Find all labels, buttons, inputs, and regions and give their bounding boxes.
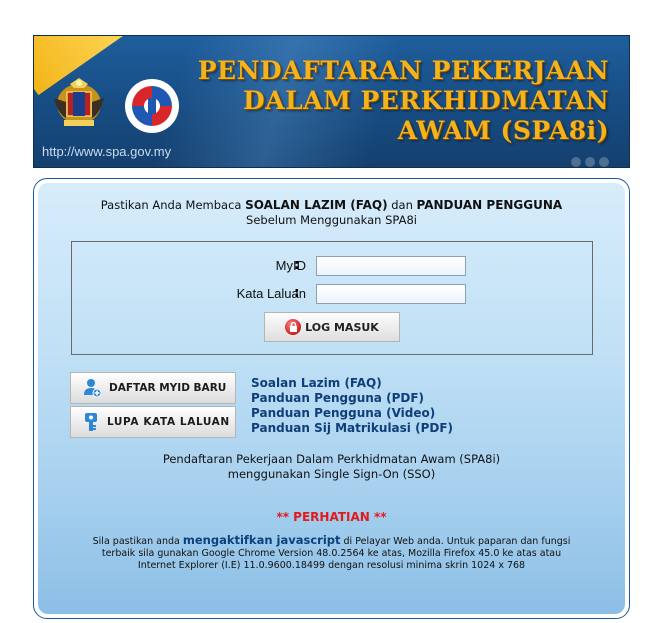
sso-info: Pendaftaran Pekerjaan Dalam Perkhidmatan… xyxy=(38,452,625,482)
notice-guide: PANDUAN PENGGUNA xyxy=(416,198,563,212)
login-panel-inner: Pastikan Anda Membaca SOALAN LAZIM (FAQ)… xyxy=(38,183,625,614)
enable-js-text: mengaktifkan javascript xyxy=(182,533,341,547)
key-icon xyxy=(85,413,97,431)
banner-url: http://www.spa.gov.my xyxy=(42,144,172,159)
sso-line1: Pendaftaran Pekerjaan Dalam Perkhidmatan… xyxy=(162,452,501,466)
add-user-icon xyxy=(84,379,101,398)
myid-input[interactable] xyxy=(316,256,466,276)
link-guide-pdf[interactable]: Panduan Pengguna (PDF) xyxy=(251,391,453,406)
login-button[interactable]: LOG MASUK xyxy=(264,312,400,342)
banner-title-line2: DALAM PERKHIDMATAN xyxy=(243,86,609,115)
myid-colon: : xyxy=(294,257,300,273)
myid-row: MyID : xyxy=(72,256,592,278)
link-matric-pdf[interactable]: Panduan Sij Matrikulasi (PDF) xyxy=(251,421,453,436)
warning-title: ** PERHATIAN ** xyxy=(276,510,387,524)
spa-logo xyxy=(125,79,179,133)
myid-label: MyID xyxy=(275,258,306,273)
notice-prefix: Pastikan Anda Membaca xyxy=(100,198,246,212)
browser-line2: terbaik sila gunakan Google Chrome Versi… xyxy=(101,548,562,559)
link-faq[interactable]: Soalan Lazim (FAQ) xyxy=(251,376,453,391)
browser-requirements: Sila pastikan anda mengaktifkan javascri… xyxy=(38,534,625,572)
notice-faq: SOALAN LAZIM (FAQ) xyxy=(245,198,388,212)
login-form: MyID : Kata Laluan : LOG MASUK xyxy=(71,241,593,355)
banner-title-line1: PENDAFTARAN PEKERJAAN xyxy=(197,56,609,85)
link-guide-video[interactable]: Panduan Pengguna (Video) xyxy=(251,406,453,421)
browser-post-js: di Pelayar Web anda. Untuk paparan dan f… xyxy=(340,536,571,547)
notice-and: dan xyxy=(387,198,417,212)
browser-pre-js: Sila pastikan anda xyxy=(92,536,183,547)
login-button-label: LOG MASUK xyxy=(305,320,379,334)
help-links: Soalan Lazim (FAQ) Panduan Pengguna (PDF… xyxy=(251,376,453,436)
password-input[interactable] xyxy=(316,284,466,304)
browser-line1: Sila pastikan anda mengaktifkan javascri… xyxy=(38,534,625,548)
password-colon: : xyxy=(294,285,300,301)
forgot-password-button[interactable]: LUPA KATA LALUAN xyxy=(70,406,236,438)
faq-notice: Pastikan Anda Membaca SOALAN LAZIM (FAQ)… xyxy=(38,198,625,228)
browser-line3: Internet Explorer (I.E) 11.0.9600.18499 … xyxy=(137,560,526,571)
lock-icon xyxy=(285,319,302,335)
banner-dots xyxy=(567,152,609,167)
sso-line2: menggunakan Single Sign-On (SSO) xyxy=(227,467,436,481)
login-panel: Pastikan Anda Membaca SOALAN LAZIM (FAQ)… xyxy=(33,178,630,619)
banner-title: PENDAFTARAN PEKERJAAN DALAM PERKHIDMATAN… xyxy=(198,56,609,146)
password-row: Kata Laluan : xyxy=(72,284,592,306)
header-banner: PENDAFTARAN PEKERJAAN DALAM PERKHIDMATAN… xyxy=(33,35,630,168)
register-myid-button[interactable]: DAFTAR MYID BARU xyxy=(70,372,236,404)
malaysia-crest-logo xyxy=(54,78,104,126)
forgot-password-label: LUPA KATA LALUAN xyxy=(107,416,230,428)
register-myid-label: DAFTAR MYID BARU xyxy=(109,382,227,394)
banner-title-line3: AWAM (SPA8i) xyxy=(397,116,609,145)
notice-line2: Sebelum Menggunakan SPA8i xyxy=(246,213,417,227)
